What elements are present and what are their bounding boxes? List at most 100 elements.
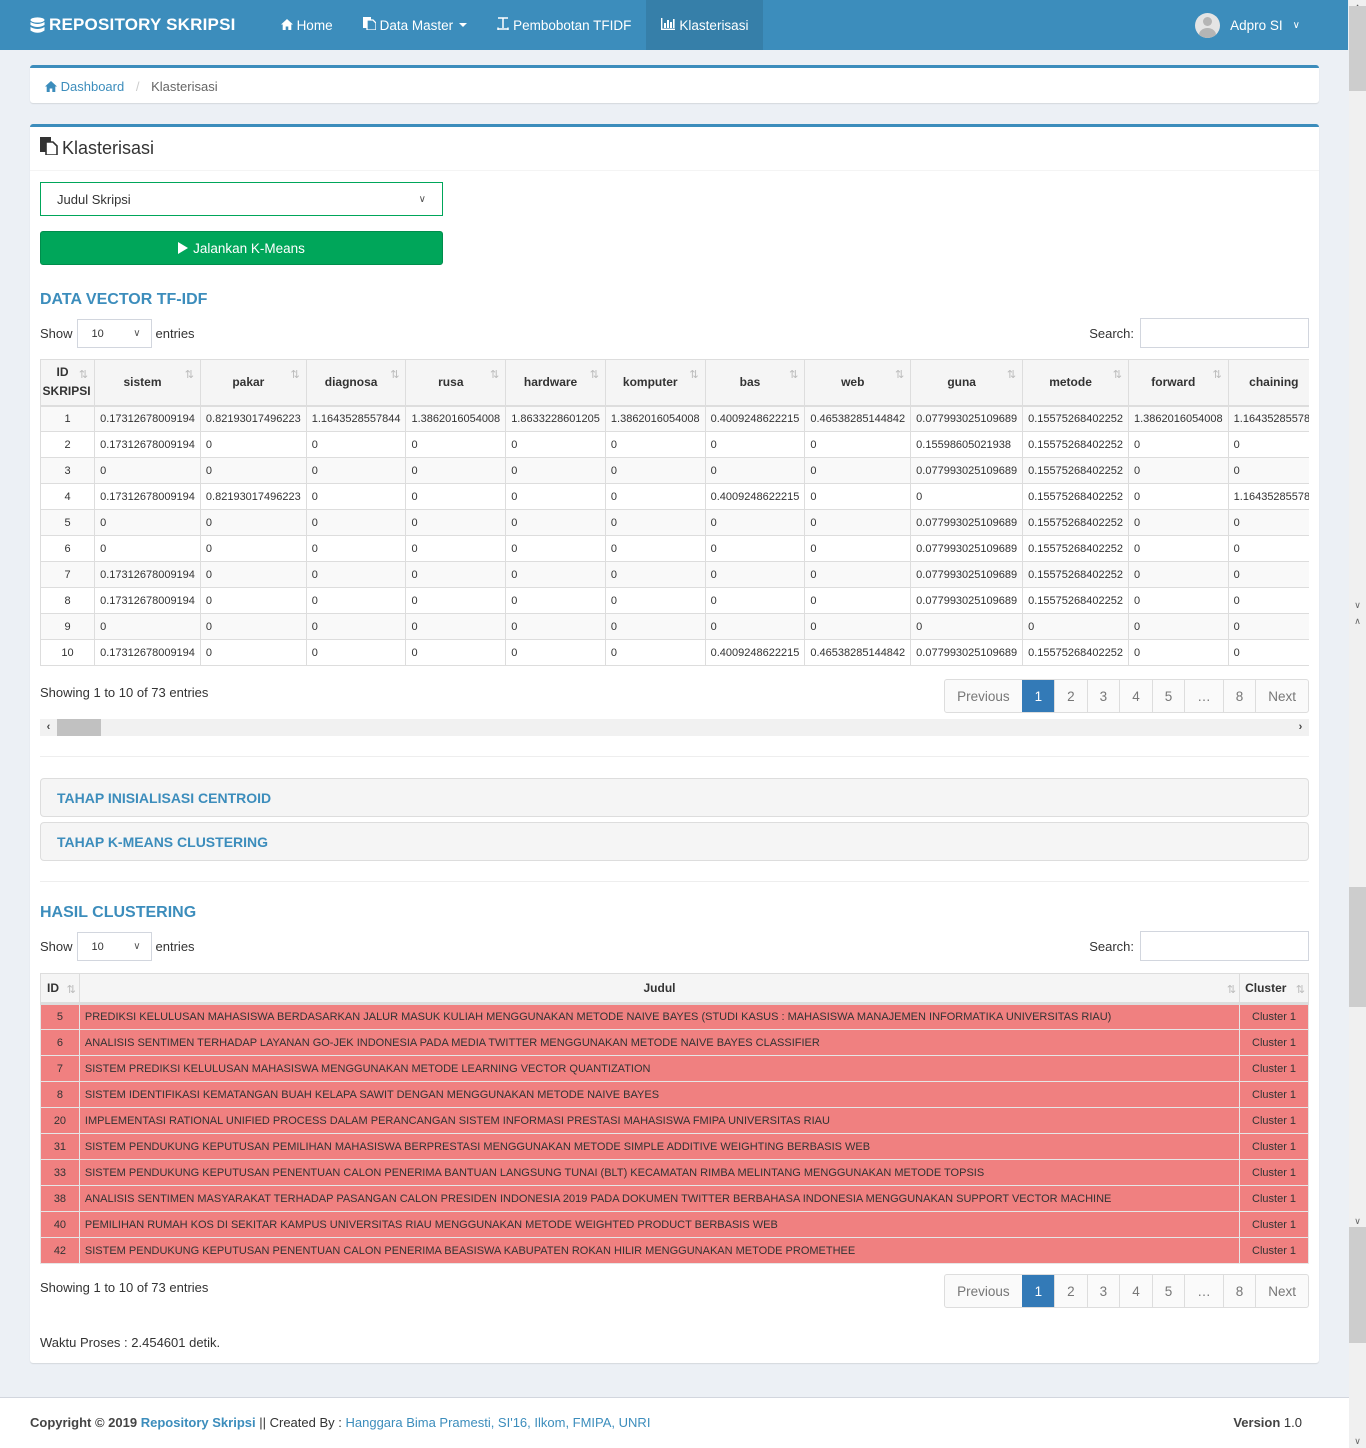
page-button-5[interactable]: 5 <box>1151 680 1185 712</box>
tfidf-value-cell: 0 <box>804 587 912 614</box>
run-kmeans-button[interactable]: Jalankan K-Means <box>40 231 443 265</box>
page-button-2[interactable]: 2 <box>1054 680 1087 712</box>
nav-pembobotan-tfidf[interactable]: Pembobotan TFIDF <box>482 0 646 50</box>
scroll-thumb[interactable] <box>1349 6 1366 91</box>
column-header-forward[interactable]: forward ⇅ <box>1127 359 1229 407</box>
scroll-down-icon[interactable]: ∨ <box>1349 598 1366 612</box>
sort-icon[interactable]: ⇅ <box>1113 368 1122 381</box>
column-header-judul[interactable]: Judul ⇅ <box>78 973 1241 1005</box>
sort-icon[interactable]: ⇅ <box>590 368 599 381</box>
next-page-button[interactable]: Next <box>1255 1275 1308 1307</box>
avatar <box>1195 12 1221 38</box>
nav-data-master[interactable]: Data Master <box>348 0 483 50</box>
user-menu[interactable]: Adpro SI ∨​ <box>1180 0 1348 50</box>
page-button-8[interactable]: 8 <box>1222 680 1256 712</box>
column-header-id-skripsi[interactable]: ID SKRIPSI ⇅ <box>40 359 96 407</box>
page-scrollbar[interactable]: ∧ ∨ ∧ ∨ ∨ <box>1349 0 1366 1448</box>
column-header-komputer[interactable]: komputer ⇅ <box>604 359 706 407</box>
tfidf-value-cell: 1.8633228601205 <box>505 405 606 432</box>
sort-icon[interactable]: ⇅ <box>67 983 76 996</box>
column-header-diagnosa[interactable]: diagnosa ⇅ <box>305 359 407 407</box>
panel-kmeans-clustering[interactable]: TAHAP K-MEANS CLUSTERING <box>40 822 1309 861</box>
scroll-down-icon[interactable]: ∨ <box>1349 1434 1366 1448</box>
created-by-label: || Created By : <box>259 1415 342 1430</box>
sort-icon[interactable]: ⇅ <box>789 368 798 381</box>
results-page-length-select[interactable]: 10 ∨ <box>76 932 152 961</box>
tfidf-search-input[interactable] <box>1140 318 1309 348</box>
scroll-thumb-3[interactable] <box>1349 1227 1366 1343</box>
tfidf-value-cell: 0 <box>704 509 806 536</box>
scroll-down-icon[interactable]: ∨ <box>1349 1214 1366 1228</box>
page-button-3[interactable]: 3 <box>1086 1275 1120 1307</box>
next-page-button[interactable]: Next <box>1255 680 1308 712</box>
sort-icon[interactable]: ⇅ <box>1212 368 1221 381</box>
sort-icon[interactable]: ⇅ <box>79 368 88 381</box>
page-button-1[interactable]: 1 <box>1021 680 1055 712</box>
scroll-up-icon[interactable]: ∧ <box>1349 614 1366 628</box>
breadcrumb-dashboard-link[interactable]: Dashboard <box>45 79 128 94</box>
page-button-5[interactable]: 5 <box>1151 1275 1185 1307</box>
column-header-label: chaining <box>1249 375 1299 390</box>
tfidf-value-cell: 0.077993025109689 <box>910 509 1024 536</box>
column-header-rusa[interactable]: rusa ⇅ <box>405 359 507 407</box>
column-header-bas[interactable]: bas ⇅ <box>704 359 806 407</box>
tfidf-value-cell: 1.1643528557844 <box>1227 405 1309 432</box>
column-header-sistem[interactable]: sistem ⇅ <box>94 359 201 407</box>
page-button-4[interactable]: 4 <box>1119 1275 1152 1307</box>
column-header-id[interactable]: ID ⇅ <box>40 973 80 1005</box>
sort-icon[interactable]: ⇅ <box>390 368 399 381</box>
page-button-3[interactable]: 3 <box>1086 680 1120 712</box>
sort-icon[interactable]: ⇅ <box>490 368 499 381</box>
data-source-select[interactable]: Judul Skripsi ∨ <box>40 182 443 216</box>
page-button-1[interactable]: 1 <box>1021 1275 1055 1307</box>
tfidf-value-cell: 0 <box>505 431 606 458</box>
hscroll-thumb[interactable] <box>57 719 101 736</box>
text-height-icon <box>497 17 509 33</box>
sort-icon[interactable]: ⇅ <box>1296 983 1305 996</box>
column-header-label: web <box>841 375 865 390</box>
tfidf-horizontal-scrollbar[interactable]: ‹ › <box>40 719 1309 736</box>
result-title-cell: SISTEM PENDUKUNG KEPUTUSAN PENENTUAN CAL… <box>78 1237 1241 1264</box>
page-button-4[interactable]: 4 <box>1119 680 1152 712</box>
tfidf-page-length-select[interactable]: 10 ∨ <box>76 319 152 348</box>
table-row: 2 0.17312678009194 0 0 0 0 0 0 0 0.15598605021938… <box>40 431 1309 458</box>
column-header-hardware[interactable]: hardware ⇅ <box>505 359 606 407</box>
nav-klasterisasi[interactable]: Klasterisasi <box>646 0 764 50</box>
brand-link[interactable]: REPOSITORY SKRIPSI <box>0 0 266 50</box>
previous-page-button[interactable]: Previous <box>945 1275 1022 1307</box>
sort-icon[interactable]: ⇅ <box>185 368 194 381</box>
panel-inisialisasi-centroid[interactable]: TAHAP INISIALISASI CENTROID <box>40 778 1309 817</box>
scroll-right-icon[interactable]: › <box>1292 719 1309 736</box>
sort-icon[interactable]: ⇅ <box>895 368 904 381</box>
sort-icon[interactable]: ⇅ <box>689 368 698 381</box>
results-search-input[interactable] <box>1140 931 1309 961</box>
column-header-cluster[interactable]: Cluster ⇅ <box>1239 973 1309 1005</box>
tfidf-value-cell: 0 <box>704 431 806 458</box>
tfidf-value-cell: 0 <box>505 457 606 484</box>
author-link[interactable]: Hanggara Bima Pramesti, SI'16, Ilkom, FM… <box>345 1415 650 1430</box>
tfidf-value-cell: 0 <box>305 639 407 666</box>
nav-home[interactable]: Home <box>266 0 348 50</box>
home-icon <box>45 81 57 92</box>
tfidf-value-cell: 0 <box>1127 457 1229 484</box>
result-cluster-cell: Cluster 1 <box>1239 1029 1309 1056</box>
previous-page-button[interactable]: Previous <box>945 680 1022 712</box>
sort-icon[interactable]: ⇅ <box>1007 368 1016 381</box>
result-row: 38 ANALISIS SENTIMEN MASYARAKAT TERHADAP … <box>40 1185 1309 1212</box>
column-header-guna[interactable]: guna ⇅ <box>910 359 1024 407</box>
scroll-thumb-2[interactable] <box>1349 887 1366 1007</box>
column-header-label: ID <box>47 981 59 995</box>
page-button-2[interactable]: 2 <box>1054 1275 1087 1307</box>
app-link[interactable]: Repository Skripsi <box>141 1415 256 1430</box>
column-header-chaining[interactable]: chaining⇅ <box>1227 359 1309 407</box>
scroll-left-icon[interactable]: ‹ <box>40 719 57 736</box>
results-table: ID ⇅ Judul ⇅ Cluster ⇅ 5 PREDIKSI KELULUSAN MA… <box>40 973 1309 1264</box>
tfidf-value-cell: 0 <box>305 561 407 588</box>
column-header-pakar[interactable]: pakar ⇅ <box>199 359 307 407</box>
sort-icon[interactable]: ⇅ <box>291 368 300 381</box>
column-header-metode[interactable]: metode ⇅ <box>1022 359 1129 407</box>
sort-icon[interactable]: ⇅ <box>1227 983 1236 996</box>
column-header-web[interactable]: web ⇅ <box>804 359 912 407</box>
tfidf-value-cell: 0.077993025109689 <box>910 587 1024 614</box>
page-button-8[interactable]: 8 <box>1222 1275 1256 1307</box>
